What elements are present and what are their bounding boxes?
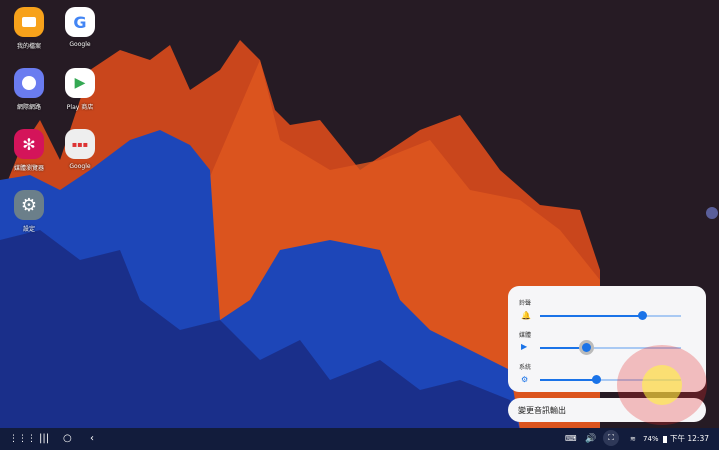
ring-label: 鈴聲 [519, 300, 532, 307]
gear-icon: ⚙ [521, 375, 529, 384]
app-settings[interactable]: ⚙ 設定 [4, 190, 54, 233]
watermark-logo [617, 345, 707, 425]
apps-grid-icon[interactable]: ⋮⋮⋮ [9, 432, 36, 446]
google-icon: G [65, 7, 95, 37]
back-button[interactable]: ‹ [90, 432, 94, 446]
play-icon: ▶ [521, 342, 528, 351]
app-my-files[interactable]: 我的檔案 [4, 7, 54, 50]
system-label: 系統 [519, 364, 532, 371]
wifi-icon: ≋ [630, 435, 636, 443]
clock: 下午 12:37 [670, 434, 709, 443]
app-play-store[interactable]: ▶ Play 商店 [55, 68, 105, 111]
app-internet[interactable]: 網際網路 [4, 68, 54, 111]
battery-percent: 74% [643, 435, 659, 443]
screenshot-icon[interactable]: ⛶ [603, 430, 619, 446]
home-button[interactable]: ○ [63, 432, 72, 446]
media-label: 媒體 [519, 332, 532, 339]
internet-icon [14, 68, 44, 98]
bell-icon: 🔔 [521, 311, 531, 320]
app-gallery[interactable]: ✻ 媒體瀏覽器 [4, 129, 54, 172]
app-google-folder[interactable]: ▪▪▪ Google [55, 129, 105, 170]
recents-button[interactable]: ||| [39, 432, 49, 446]
settings-icon: ⚙ [14, 190, 44, 220]
battery-icon [663, 436, 667, 443]
gallery-icon: ✻ [14, 129, 44, 159]
ring-slider[interactable] [540, 311, 681, 320]
play-store-icon: ▶ [65, 68, 95, 98]
google-folder-icon: ▪▪▪ [65, 129, 95, 159]
folder-icon [14, 7, 44, 37]
edge-panel-handle[interactable] [706, 207, 718, 219]
taskbar: ⋮⋮⋮ ||| ○ ‹ ⌨ 🔊 ⛶ ≋ 74% 下午 12:37 [0, 428, 719, 450]
keyboard-icon[interactable]: ⌨ [565, 432, 577, 446]
app-google[interactable]: G Google [55, 7, 105, 48]
volume-icon[interactable]: 🔊 [585, 432, 596, 446]
